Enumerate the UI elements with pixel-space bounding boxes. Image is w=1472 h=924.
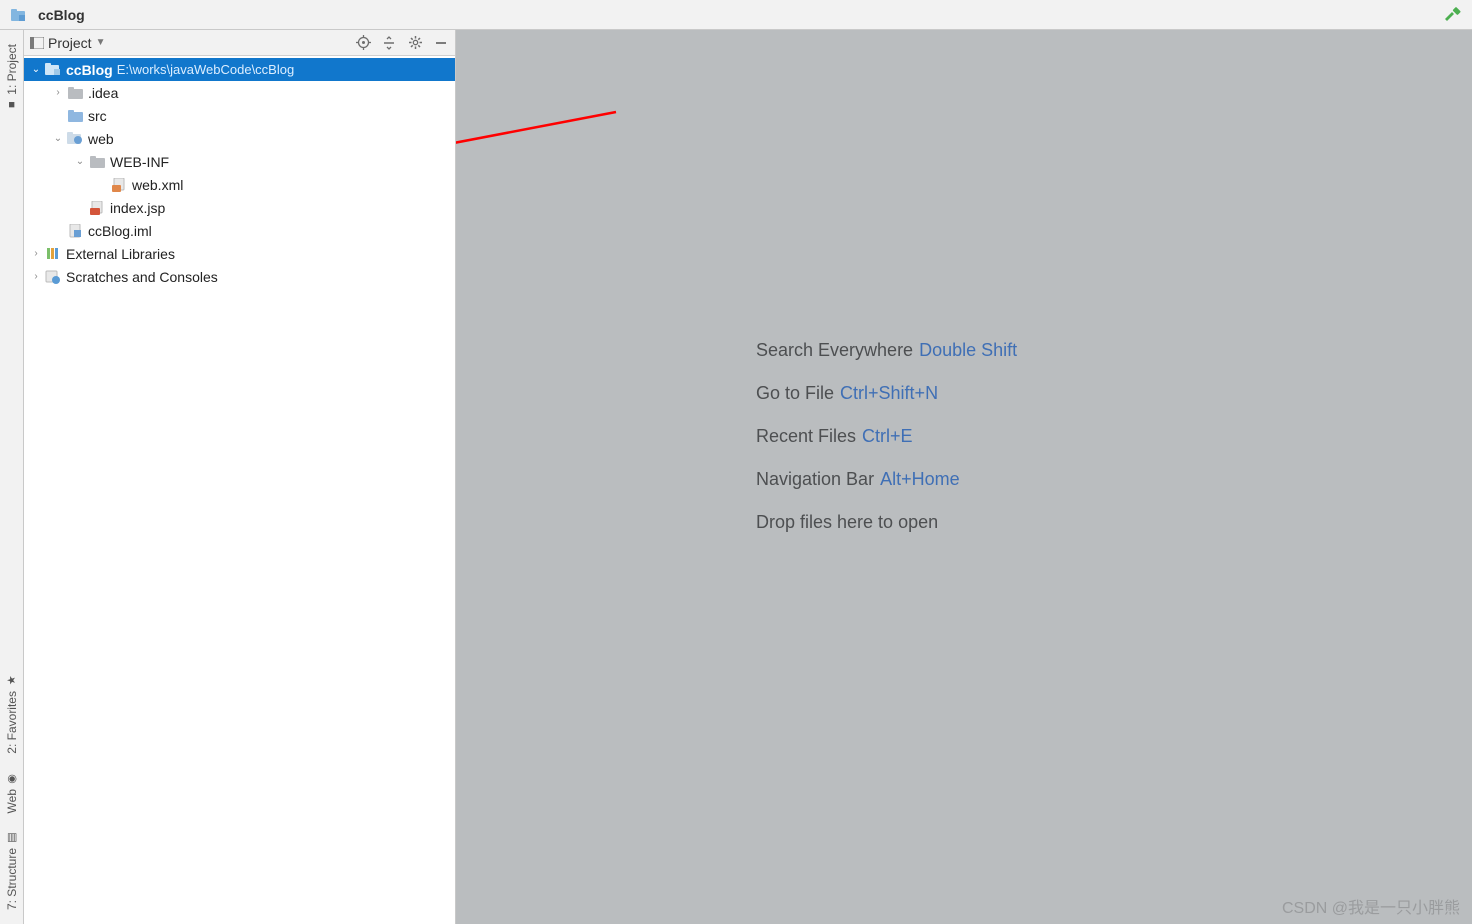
scratches-icon bbox=[44, 269, 62, 285]
chevron-down-icon[interactable]: ▼ bbox=[96, 37, 106, 48]
tree-node-label: External Libraries bbox=[66, 246, 175, 262]
shortcut-text: Ctrl+E bbox=[862, 426, 913, 447]
tree-node-scratches[interactable]: › Scratches and Consoles bbox=[24, 265, 455, 288]
expander-icon[interactable]: ⌄ bbox=[72, 156, 88, 167]
project-tree[interactable]: ⌄ ccBlog E:\works\javaWebCode\ccBlog › .… bbox=[24, 56, 455, 924]
folder-icon: ■ bbox=[6, 99, 18, 111]
tree-node-webxml[interactable]: web.xml bbox=[24, 173, 455, 196]
module-icon bbox=[10, 7, 28, 23]
tree-node-label: web.xml bbox=[132, 177, 183, 193]
module-folder-icon bbox=[44, 62, 62, 78]
shortcut-text: Ctrl+Shift+N bbox=[840, 383, 938, 404]
source-folder-icon bbox=[66, 108, 84, 124]
gutter-tab-favorites[interactable]: 2: Favorites ★ bbox=[3, 666, 21, 762]
tree-node-label: web bbox=[88, 131, 114, 147]
tree-node-path: E:\works\javaWebCode\ccBlog bbox=[117, 62, 295, 77]
tree-node-label: Scratches and Consoles bbox=[66, 269, 218, 285]
gutter-tab-project[interactable]: ■ 1: Project bbox=[3, 36, 21, 119]
tree-node-web[interactable]: ⌄ web bbox=[24, 127, 455, 150]
tree-node-idea[interactable]: › .idea bbox=[24, 81, 455, 104]
expander-icon[interactable]: ⌄ bbox=[28, 64, 44, 75]
hint-goto-file: Go to File Ctrl+Shift+N bbox=[756, 383, 1017, 404]
gear-icon[interactable] bbox=[407, 35, 423, 51]
editor-hints: Search Everywhere Double Shift Go to Fil… bbox=[756, 340, 1017, 533]
hint-drop-files: Drop files here to open bbox=[756, 512, 1017, 533]
xml-file-icon bbox=[110, 177, 128, 193]
project-view-icon bbox=[30, 37, 44, 49]
editor-empty-area[interactable]: Search Everywhere Double Shift Go to Fil… bbox=[456, 30, 1472, 924]
hide-icon[interactable] bbox=[433, 35, 449, 51]
expander-icon[interactable]: ⌄ bbox=[50, 133, 66, 144]
breadcrumb-project[interactable]: ccBlog bbox=[38, 7, 85, 23]
tree-node-label: ccBlog bbox=[66, 62, 113, 78]
locate-icon[interactable] bbox=[355, 35, 371, 51]
breadcrumb-bar: ccBlog bbox=[0, 0, 1472, 30]
project-panel-header: Project ▼ bbox=[24, 30, 455, 56]
tree-node-label: .idea bbox=[88, 85, 118, 101]
project-panel-title[interactable]: Project bbox=[48, 35, 92, 51]
tree-node-webinf[interactable]: ⌄ WEB-INF bbox=[24, 150, 455, 173]
tree-node-label: src bbox=[88, 108, 107, 124]
structure-icon: ▤ bbox=[5, 831, 18, 844]
gutter-tab-structure[interactable]: 7: Structure ▤ bbox=[3, 823, 21, 918]
tree-node-external-libraries[interactable]: › External Libraries bbox=[24, 242, 455, 265]
hint-search-everywhere: Search Everywhere Double Shift bbox=[756, 340, 1017, 361]
watermark-text: CSDN @我是一只小胖熊 bbox=[1282, 894, 1460, 918]
expander-icon[interactable]: › bbox=[28, 271, 44, 282]
tree-node-indexjsp[interactable]: index.jsp bbox=[24, 196, 455, 219]
tree-node-root[interactable]: ⌄ ccBlog E:\works\javaWebCode\ccBlog bbox=[24, 58, 455, 81]
expander-icon[interactable]: › bbox=[50, 87, 66, 98]
iml-file-icon bbox=[66, 223, 84, 239]
tree-node-label: WEB-INF bbox=[110, 154, 169, 170]
build-icon[interactable] bbox=[1444, 6, 1462, 24]
tree-node-iml[interactable]: ccBlog.iml bbox=[24, 219, 455, 242]
hint-navigation-bar: Navigation Bar Alt+Home bbox=[756, 469, 1017, 490]
shortcut-text: Double Shift bbox=[919, 340, 1017, 361]
folder-icon bbox=[88, 154, 106, 170]
tree-node-label: ccBlog.iml bbox=[88, 223, 152, 239]
globe-icon: ◉ bbox=[5, 772, 18, 785]
folder-icon bbox=[66, 85, 84, 101]
star-icon: ★ bbox=[5, 674, 18, 687]
tree-node-src[interactable]: src bbox=[24, 104, 455, 127]
hint-recent-files: Recent Files Ctrl+E bbox=[756, 426, 1017, 447]
tool-gutter-left: ■ 1: Project 2: Favorites ★ Web ◉ 7: Str… bbox=[0, 30, 24, 924]
project-panel: Project ▼ bbox=[24, 30, 456, 924]
collapse-all-icon[interactable] bbox=[381, 35, 397, 51]
gutter-tab-web[interactable]: Web ◉ bbox=[3, 764, 21, 821]
tree-node-label: index.jsp bbox=[110, 200, 165, 216]
expander-icon[interactable]: › bbox=[28, 248, 44, 259]
libraries-icon bbox=[44, 246, 62, 262]
jsp-file-icon bbox=[88, 200, 106, 216]
web-folder-icon bbox=[66, 131, 84, 147]
shortcut-text: Alt+Home bbox=[880, 469, 960, 490]
